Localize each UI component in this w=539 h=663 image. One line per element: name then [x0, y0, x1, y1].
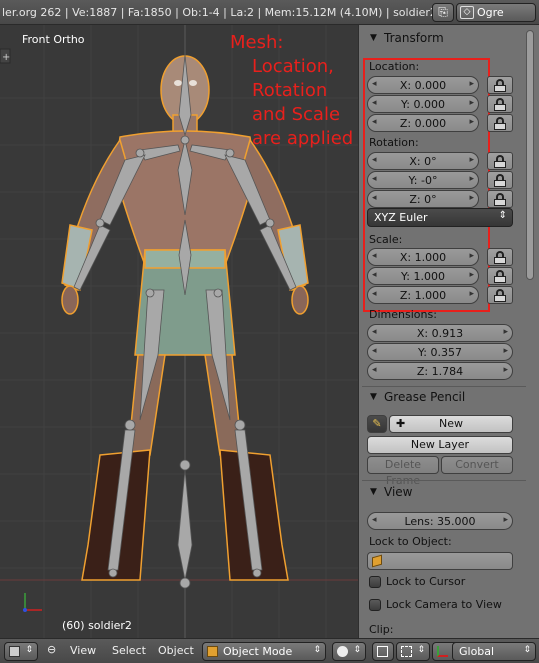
- lens-field[interactable]: ◂ Lens: 35.000 ▸: [367, 512, 513, 530]
- grease-pencil-panel-title: Grease Pencil: [384, 390, 466, 404]
- grease-pencil-panel-header[interactable]: ▼ Grease Pencil: [362, 387, 526, 409]
- mode-select[interactable]: Object Mode ⇕: [202, 642, 326, 661]
- rotation-y-lock[interactable]: [487, 171, 513, 189]
- pivot-point-button[interactable]: [372, 642, 394, 661]
- clip-label: Clip:: [369, 623, 394, 636]
- properties-scrollbar[interactable]: [526, 30, 534, 280]
- dimensions-y-field[interactable]: ◂ Y: 0.357 ▸: [367, 343, 513, 361]
- active-object-label: (60) soldier2: [62, 619, 132, 632]
- convert-button[interactable]: Convert: [441, 456, 513, 474]
- dropdown-arrows-icon: ⇕: [25, 645, 33, 655]
- scene-icon: ◇: [460, 6, 474, 19]
- rotation-x-field[interactable]: ◂ X: 0° ▸: [367, 152, 479, 170]
- collapse-triangle-icon: ▼: [370, 487, 377, 497]
- properties-region[interactable]: ▼ Transform Location: ◂ X: 0.000 ▸ ◂ Y: 0.0…: [358, 25, 539, 638]
- view-menu[interactable]: View: [70, 644, 96, 657]
- add-icon: ✚: [396, 417, 406, 430]
- delete-frame-button[interactable]: Delete Frame: [367, 456, 439, 487]
- rotation-label: Rotation:: [369, 136, 419, 149]
- location-y-lock[interactable]: [487, 95, 513, 113]
- dropdown-arrows-icon: ⇕: [313, 645, 321, 655]
- transform-panel-title: Transform: [384, 31, 444, 45]
- pencil-tool-button[interactable]: ✎: [367, 415, 387, 433]
- transform-orientation-select[interactable]: Global ⇕: [452, 642, 536, 661]
- eye-left: [174, 80, 182, 86]
- view-name-label: Front Ortho: [22, 33, 85, 46]
- scale-y-field[interactable]: ◂ Y: 1.000 ▸: [367, 267, 479, 285]
- rotation-z-lock[interactable]: [487, 190, 513, 208]
- annotation-line-1: Mesh:: [230, 32, 284, 53]
- info-header: ler.org 262 | Ve:1887 | Fa:1850 | Ob:1-4…: [0, 0, 539, 25]
- annotation-line-3: Rotation: [252, 80, 328, 101]
- viewport-shading-select[interactable]: ⇕: [332, 642, 366, 661]
- lock-object-field[interactable]: [367, 552, 513, 570]
- scene-statistics: ler.org 262 | Ve:1887 | Fa:1850 | Ob:1-4…: [2, 6, 437, 19]
- location-x-lock[interactable]: [487, 76, 513, 94]
- new-grease-pencil-button[interactable]: ✚ New: [389, 415, 513, 433]
- scale-x-field[interactable]: ◂ X: 1.000 ▸: [367, 248, 479, 266]
- lock-to-object-label: Lock to Object:: [369, 535, 452, 548]
- editor-type-button[interactable]: ⇕: [4, 642, 38, 661]
- collapse-triangle-icon: ▼: [370, 392, 377, 402]
- axis-widget: [23, 593, 42, 612]
- manipulator-toggle[interactable]: ⇕: [396, 642, 430, 661]
- collapse-triangle-icon: ▼: [370, 33, 377, 43]
- collapse-menu-icon[interactable]: ⊖: [47, 643, 56, 656]
- object-menu[interactable]: Object: [158, 644, 194, 657]
- dropdown-arrows-icon: ⇕: [353, 645, 361, 655]
- lock-to-cursor-label: Lock to Cursor: [386, 575, 466, 588]
- scene-browse-icon: ⎘: [438, 5, 448, 19]
- dropdown-arrows-icon: ⇕: [523, 645, 531, 655]
- lock-camera-label: Lock Camera to View: [386, 598, 502, 611]
- lock-to-cursor-checkbox[interactable]: [369, 576, 381, 588]
- location-z-lock[interactable]: [487, 114, 513, 132]
- dimensions-z-field[interactable]: ◂ Z: 1.784 ▸: [367, 362, 513, 380]
- location-y-field[interactable]: ◂ Y: 0.000 ▸: [367, 95, 479, 113]
- scale-z-field[interactable]: ◂ Z: 1.000 ▸: [367, 286, 479, 304]
- dropdown-arrows-icon: ⇕: [498, 210, 507, 221]
- object-cube-icon: [372, 554, 382, 568]
- view-panel-header[interactable]: ▼ View: [362, 482, 526, 504]
- annotation-line-2: Location,: [252, 56, 334, 77]
- rotation-z-field[interactable]: ◂ Z: 0° ▸: [367, 190, 479, 208]
- svg-text:+: +: [2, 52, 10, 63]
- new-layer-button[interactable]: New Layer: [367, 436, 513, 454]
- 3d-view-header: ⇕ ⊖ View Select Object Object Mode ⇕ ⇕ ⇕…: [0, 638, 539, 663]
- pivot-icon: [377, 646, 388, 657]
- axes-icon: [437, 646, 448, 657]
- dimensions-label: Dimensions:: [369, 308, 437, 321]
- scene-name: Ogre: [477, 6, 504, 19]
- scale-label: Scale:: [369, 233, 403, 246]
- scene-browse-button[interactable]: ⎘: [432, 3, 454, 22]
- panel-divider: [362, 480, 526, 481]
- 3d-viewport[interactable]: + Front Ortho (60) soldier2 Mesh: Locati…: [0, 25, 358, 638]
- eye-right: [189, 80, 197, 86]
- object-mode-icon: [207, 646, 218, 657]
- annotation-line-5: are applied: [252, 128, 354, 149]
- dimensions-x-field[interactable]: ◂ X: 0.913 ▸: [367, 324, 513, 342]
- rotation-x-lock[interactable]: [487, 152, 513, 170]
- scale-x-lock[interactable]: [487, 248, 513, 266]
- 3d-view-icon: [9, 646, 20, 657]
- rotation-y-field[interactable]: ◂ Y: -0° ▸: [367, 171, 479, 189]
- scale-z-lock[interactable]: [487, 286, 513, 304]
- dropdown-arrows-icon: ⇕: [417, 645, 425, 655]
- scale-y-lock[interactable]: [487, 267, 513, 285]
- annotation-line-4: and Scale: [252, 104, 341, 125]
- view-panel-title: View: [384, 485, 413, 499]
- location-x-field[interactable]: ◂ X: 0.000 ▸: [367, 76, 479, 94]
- location-label: Location:: [369, 60, 420, 73]
- manipulator-icon: [401, 646, 412, 657]
- lock-camera-checkbox[interactable]: [369, 599, 381, 611]
- rotation-mode-select[interactable]: XYZ Euler ⇕: [367, 208, 513, 227]
- select-menu[interactable]: Select: [112, 644, 146, 657]
- toolshelf-toggle: +: [0, 48, 11, 64]
- pencil-icon: ✎: [372, 417, 382, 430]
- location-z-field[interactable]: ◂ Z: 0.000 ▸: [367, 114, 479, 132]
- scene-selector[interactable]: ◇ Ogre: [456, 3, 536, 22]
- solid-shading-icon: [337, 646, 348, 657]
- transform-panel-header[interactable]: ▼ Transform: [362, 28, 526, 50]
